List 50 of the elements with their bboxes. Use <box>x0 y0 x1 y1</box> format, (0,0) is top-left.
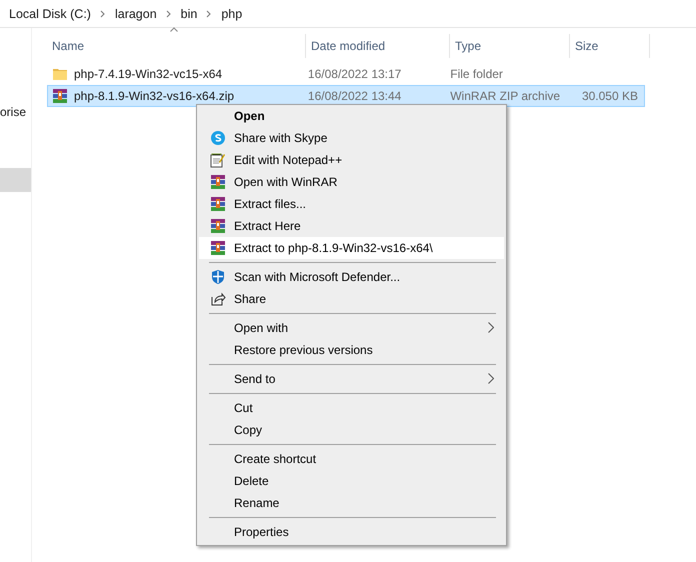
file-row[interactable]: php-7.4.19-Win32-vc15-x64 16/08/2022 13:17 File folder <box>47 63 645 85</box>
column-header[interactable]: Date modified <box>311 38 386 52</box>
menu-item[interactable]: Extract files... <box>199 193 504 215</box>
breadcrumb-item[interactable]: php <box>221 6 242 20</box>
chevron-icon <box>206 10 212 18</box>
folder-icon <box>52 66 68 82</box>
breadcrumb-item[interactable]: laragon <box>114 6 157 20</box>
menu-item[interactable]: Create shortcut <box>199 448 504 470</box>
menu-item[interactable]: Copy <box>199 419 504 441</box>
date-modified: 16/08/2022 13:44 <box>308 89 402 103</box>
archive-icon <box>52 88 68 104</box>
file-name[interactable]: php-8.1.9-Win32-vs16-x64.zip <box>74 89 234 103</box>
file-size: 30.050 KB <box>582 89 638 103</box>
menu-item[interactable]: Edit with Notepad++ <box>199 149 504 171</box>
column-header[interactable]: Type <box>455 38 482 52</box>
menu-item[interactable]: Cut <box>199 397 504 419</box>
chevron-icon <box>100 10 106 18</box>
menu-item[interactable]: Send to <box>199 368 504 390</box>
shield-icon <box>210 269 226 285</box>
books-icon <box>210 174 226 190</box>
share-icon <box>210 291 226 307</box>
menu-item[interactable]: Share with Skype <box>199 127 504 149</box>
notepad-icon <box>210 152 226 168</box>
books-icon <box>210 196 226 212</box>
column-header[interactable]: Name <box>52 38 84 52</box>
column-header[interactable]: Size <box>575 38 598 52</box>
file-name[interactable]: php-7.4.19-Win32-vc15-x64 <box>74 67 222 81</box>
sidebar-item-highlight[interactable] <box>0 168 31 192</box>
menu-item[interactable]: Open with <box>199 317 504 339</box>
menu-item[interactable]: Rename <box>199 492 504 514</box>
books-icon <box>210 218 226 234</box>
skype-icon <box>210 130 226 146</box>
breadcrumb-item[interactable]: Local Disk (C:) <box>9 6 91 20</box>
menu-item[interactable]: Extract to php-8.1.9-Win32-vs16-x64\ <box>199 237 504 259</box>
menu-item[interactable]: Share <box>199 288 504 310</box>
breadcrumb-item[interactable]: bin <box>180 6 198 20</box>
menu-item[interactable]: Restore previous versions <box>199 339 504 361</box>
books-icon <box>210 240 226 256</box>
chevron-icon <box>166 10 172 18</box>
menu-item[interactable]: Properties <box>199 521 504 543</box>
menu-item[interactable]: Open <box>199 105 504 127</box>
date-modified: 16/08/2022 13:17 <box>308 67 402 81</box>
file-type: WinRAR ZIP archive <box>450 89 560 103</box>
menu-item[interactable]: Open with WinRAR <box>199 171 504 193</box>
file-type: File folder <box>450 67 503 81</box>
menu-item[interactable]: Delete <box>199 470 504 492</box>
menu-item[interactable]: Scan with Microsoft Defender... <box>199 266 504 288</box>
file-row[interactable]: php-8.1.9-Win32-vs16-x64.zip 16/08/2022 13:44 WinRAR ZIP archive 30.050 KB <box>47 85 645 107</box>
sidebar-item[interactable]: orise <box>0 103 31 121</box>
menu-item[interactable]: Extract Here <box>199 215 504 237</box>
